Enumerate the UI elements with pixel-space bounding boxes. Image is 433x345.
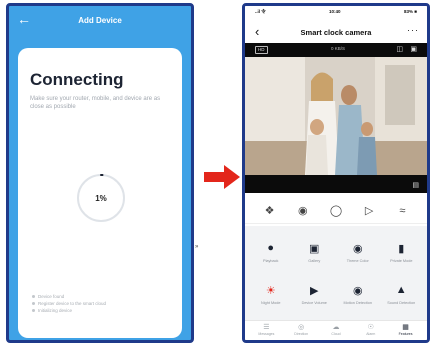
connection-steps: Device found Register device to the smar… bbox=[32, 293, 106, 314]
step-dot bbox=[32, 295, 35, 298]
tab-label: Cloud bbox=[331, 332, 341, 336]
battery-indicator: 83% ■ bbox=[404, 9, 417, 14]
screenshot-stage: ← Add Device Connecting Make sure your r… bbox=[0, 0, 433, 345]
sound-detection-icon: ▲ bbox=[395, 284, 407, 296]
arrow-left-icon[interactable]: ← bbox=[17, 11, 31, 27]
tab-cloud[interactable]: ☁ Cloud bbox=[321, 324, 351, 337]
feature-label: Private Mode bbox=[390, 259, 413, 263]
messages-icon: ☰ bbox=[263, 324, 270, 331]
screenshot-icon[interactable]: ❖ bbox=[261, 202, 279, 220]
direction-icon: ◎ bbox=[298, 324, 305, 331]
feature-label: Sound Detection bbox=[387, 301, 416, 305]
camera-icon[interactable]: ◉ bbox=[294, 202, 312, 220]
alarm-icon: ☉ bbox=[367, 324, 374, 331]
tab-label: Messages bbox=[258, 332, 275, 336]
step-label: Register device to the smart cloud bbox=[38, 301, 107, 306]
tab-messages[interactable]: ☰ Messages bbox=[251, 324, 281, 337]
microphone-icon[interactable]: ◯ bbox=[327, 202, 345, 220]
feature-label: Theme Color bbox=[346, 259, 369, 263]
playback-icon: ● bbox=[267, 242, 275, 254]
progress-percent: 1% bbox=[95, 193, 107, 203]
camera-feed-image bbox=[245, 57, 427, 175]
step-item: Register device to the smart cloud bbox=[32, 300, 106, 307]
step-label: Initializing device bbox=[38, 308, 73, 313]
status-time: 10:40 bbox=[329, 9, 341, 14]
feature-grid: ● Playback ▣ Gallery ◉ Theme Color ▮ Pri… bbox=[245, 226, 427, 326]
feature-private-mode[interactable]: ▮ Private Mode bbox=[381, 240, 421, 264]
feature-label: Device Volume bbox=[301, 301, 327, 305]
tab-direction[interactable]: ◎ Direction bbox=[286, 324, 316, 337]
video-speed: 0 KB/S bbox=[331, 46, 346, 51]
feature-row: ☀ Night Mode ▶ Device Volume ◉ Motion De… bbox=[245, 282, 427, 306]
connecting-description: Make sure your router, mobile, and devic… bbox=[30, 96, 161, 110]
multi-screen-icon[interactable]: ▣ bbox=[410, 45, 417, 53]
step-item: Device found bbox=[32, 293, 106, 300]
tab-alarm[interactable]: ☉ Alarm bbox=[356, 324, 386, 337]
step-dot bbox=[32, 302, 35, 305]
feature-label: Gallery bbox=[308, 259, 321, 263]
features-icon: ▦ bbox=[402, 324, 409, 331]
gallery-icon: ▣ bbox=[309, 242, 320, 255]
chevron-left-icon[interactable]: ‹ bbox=[255, 24, 259, 39]
speaker-icon[interactable]: ≈ bbox=[393, 202, 411, 220]
tab-label: Alarm bbox=[366, 332, 376, 336]
video-top-bar: HD 0 KB/S ◫ ▣ bbox=[245, 43, 427, 57]
feature-device-volume[interactable]: ▶ Device Volume bbox=[294, 282, 334, 306]
tab-label: Features bbox=[398, 332, 413, 336]
device-volume-icon: ▶ bbox=[310, 284, 319, 297]
cloud-icon: ☁ bbox=[332, 324, 340, 331]
page-title: Add Device bbox=[78, 15, 122, 25]
step-item: Initializing device bbox=[32, 307, 106, 314]
private-mode-icon: ▮ bbox=[398, 242, 405, 255]
feature-row: ● Playback ▣ Gallery ◉ Theme Color ▮ Pri… bbox=[245, 240, 427, 264]
feature-label: Motion Detection bbox=[343, 301, 373, 305]
camera-controls: ❖ ◉ ◯ ▷ ≈ bbox=[245, 198, 427, 224]
feature-sound-detection[interactable]: ▲ Sound Detection bbox=[381, 282, 421, 306]
tab-features[interactable]: ▦ Features bbox=[391, 324, 421, 337]
speaker-toggle-icon[interactable]: ◫ bbox=[396, 45, 403, 53]
camera-header: ‹ Smart clock camera ··· bbox=[245, 22, 427, 42]
feature-night-mode[interactable]: ☀ Night Mode bbox=[251, 282, 291, 306]
device-title: Smart clock camera bbox=[300, 27, 372, 37]
night-mode-icon: ☀ bbox=[265, 284, 276, 297]
status-bar: ..il 令 10:40 83% ■ bbox=[245, 6, 427, 18]
feature-motion-detection[interactable]: ◉ Motion Detection bbox=[338, 282, 378, 306]
connecting-card: Connecting Make sure your router, mobile… bbox=[18, 48, 182, 338]
step-label: Device found bbox=[38, 294, 65, 299]
video-bottom-bar: ▤ bbox=[245, 175, 427, 193]
feature-label: Playback bbox=[263, 259, 279, 263]
feature-playback[interactable]: ● Playback bbox=[251, 240, 291, 264]
feature-gallery[interactable]: ▣ Gallery bbox=[294, 240, 334, 264]
double-chevron-icon: » bbox=[195, 244, 199, 250]
tab-label: Direction bbox=[294, 332, 309, 336]
bottom-tab-bar: ☰ Messages ◎ Direction ☁ Cloud ☉ Alarm ▦… bbox=[245, 320, 427, 340]
hd-badge[interactable]: HD bbox=[255, 46, 268, 54]
feature-theme-color[interactable]: ◉ Theme Color bbox=[338, 240, 378, 264]
camera-screen: ..il 令 10:40 83% ■ ‹ Smart clock camera … bbox=[242, 3, 430, 343]
add-device-screen: ← Add Device Connecting Make sure your r… bbox=[6, 3, 194, 343]
feature-label: Night Mode bbox=[261, 301, 281, 305]
fullscreen-icon[interactable]: ▤ bbox=[412, 181, 419, 189]
record-icon[interactable]: ▷ bbox=[360, 202, 378, 220]
arrow-right-icon bbox=[204, 165, 240, 189]
connecting-heading: Connecting bbox=[30, 70, 124, 89]
live-video[interactable]: HD 0 KB/S ◫ ▣ ▤ bbox=[245, 43, 427, 193]
motion-detection-icon: ◉ bbox=[352, 284, 363, 297]
step-dot bbox=[32, 309, 35, 312]
theme-color-icon: ◉ bbox=[352, 242, 363, 255]
more-icon[interactable]: ··· bbox=[407, 25, 419, 35]
signal-indicator: ..il 令 bbox=[255, 9, 266, 14]
add-device-header: ← Add Device bbox=[9, 6, 191, 34]
